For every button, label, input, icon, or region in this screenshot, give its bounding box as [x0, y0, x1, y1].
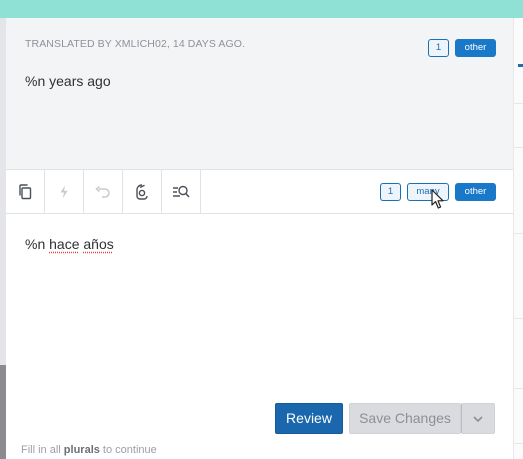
review-button[interactable]: Review [275, 403, 343, 434]
copy-icon [18, 184, 32, 200]
misspelled-word: años [83, 236, 113, 252]
source-panel: TRANSLATED BY XMLICH02, 14 DAYS AGO. 1 o… [6, 18, 513, 169]
glossary-icon [135, 184, 149, 200]
right-edge-active-marker [518, 64, 523, 67]
save-changes-button[interactable]: Save Changes [349, 403, 461, 434]
plural-tab-one[interactable]: 1 [380, 183, 401, 201]
plural-tab-other[interactable]: other [455, 183, 496, 201]
source-text: %n years ago [25, 73, 111, 89]
chevron-down-icon [473, 404, 483, 433]
source-plural-badge-one[interactable]: 1 [428, 39, 449, 57]
lightning-icon [59, 185, 69, 199]
top-accent-bar [0, 0, 523, 18]
search-concordance-icon [172, 185, 190, 199]
undo-icon [95, 186, 111, 198]
undo-button[interactable] [84, 170, 123, 213]
machine-translate-button[interactable] [45, 170, 84, 213]
source-plural-badge-other[interactable]: other [455, 39, 496, 57]
glossary-button[interactable] [123, 170, 162, 213]
translation-meta: TRANSLATED BY XMLICH02, 14 DAYS AGO. [25, 38, 245, 50]
copy-button[interactable] [6, 170, 45, 213]
translation-editor[interactable]: %n hace años Review Save Changes Fill in… [6, 214, 513, 459]
misspelled-word: hace [49, 236, 79, 252]
translation-text[interactable]: %n hace años [25, 236, 114, 252]
concordance-search-button[interactable] [162, 170, 201, 213]
save-options-dropdown-button[interactable] [461, 403, 495, 434]
mouse-pointer-icon [431, 189, 445, 215]
right-edge-panel [513, 18, 523, 459]
plurals-hint: Fill in all plurals to continue [21, 444, 157, 456]
